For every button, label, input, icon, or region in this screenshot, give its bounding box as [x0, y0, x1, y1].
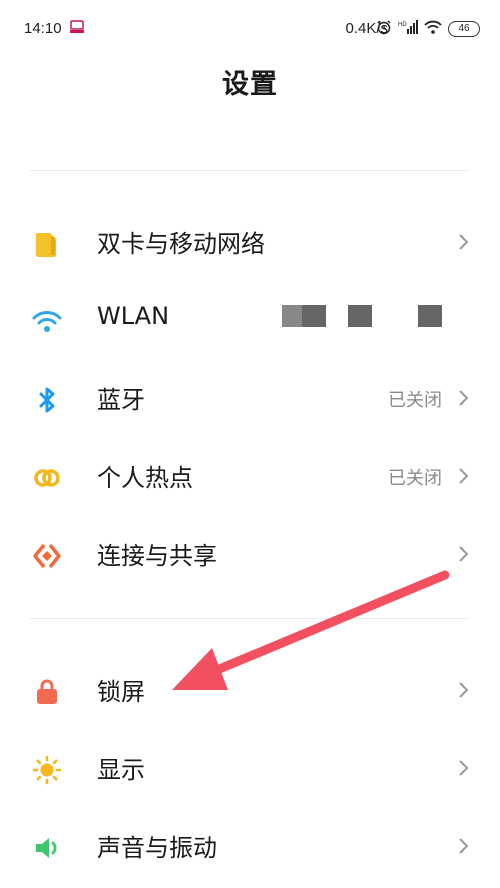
usb-debug-icon [70, 20, 84, 38]
page-title: 设置 [222, 69, 278, 100]
status-bar: 14:10 0.4K/s HD 46 [0, 0, 500, 60]
divider [30, 170, 470, 171]
settings-item-hotspot[interactable]: 个人热点 已关闭 [0, 436, 500, 514]
settings-item-dual-sim[interactable]: 双卡与移动网络 [0, 202, 500, 280]
hotspot-status: 已关闭 [388, 468, 442, 489]
bluetooth-status: 已关闭 [388, 390, 442, 411]
settings-item-sound-vibration[interactable]: 声音与振动 [0, 806, 500, 884]
wifi-icon [32, 307, 62, 337]
settings-item-label: 双卡与移动网络 [97, 230, 265, 258]
svg-text:HD: HD [398, 22, 407, 28]
chevron-right-icon [458, 545, 470, 563]
hotspot-icon [32, 463, 62, 493]
settings-item-label: WLAN [97, 302, 170, 330]
settings-item-label: 个人热点 [97, 464, 193, 492]
chevron-right-icon [458, 681, 470, 699]
settings-item-wlan[interactable]: WLAN [0, 280, 500, 358]
sim-card-icon [32, 229, 62, 259]
signal-icon: HD [398, 20, 418, 38]
settings-item-label: 声音与振动 [97, 834, 217, 862]
divider [30, 618, 470, 619]
settings-item-label: 连接与共享 [97, 542, 217, 570]
lock-icon [32, 677, 62, 707]
settings-item-bluetooth[interactable]: 蓝牙 已关闭 [0, 358, 500, 436]
bluetooth-icon [32, 385, 62, 415]
settings-item-label: 蓝牙 [97, 386, 145, 414]
wifi-network-name-redacted [282, 305, 442, 327]
settings-item-label: 显示 [97, 756, 145, 784]
alarm-icon [376, 19, 392, 39]
chevron-right-icon [458, 759, 470, 777]
battery-indicator: 46 [448, 21, 480, 37]
settings-item-display[interactable]: 显示 [0, 728, 500, 806]
chevron-right-icon [458, 837, 470, 855]
chevron-right-icon [458, 389, 470, 407]
speaker-icon [32, 833, 62, 863]
connection-share-icon [32, 541, 62, 571]
chevron-right-icon [458, 467, 470, 485]
sun-icon [32, 755, 62, 785]
chevron-right-icon [458, 233, 470, 251]
status-time: 14:10 [24, 20, 62, 37]
settings-item-lock-screen[interactable]: 锁屏 [0, 650, 500, 728]
wifi-status-icon [424, 20, 442, 38]
settings-item-label: 锁屏 [97, 678, 145, 706]
settings-item-connection-sharing[interactable]: 连接与共享 [0, 514, 500, 592]
